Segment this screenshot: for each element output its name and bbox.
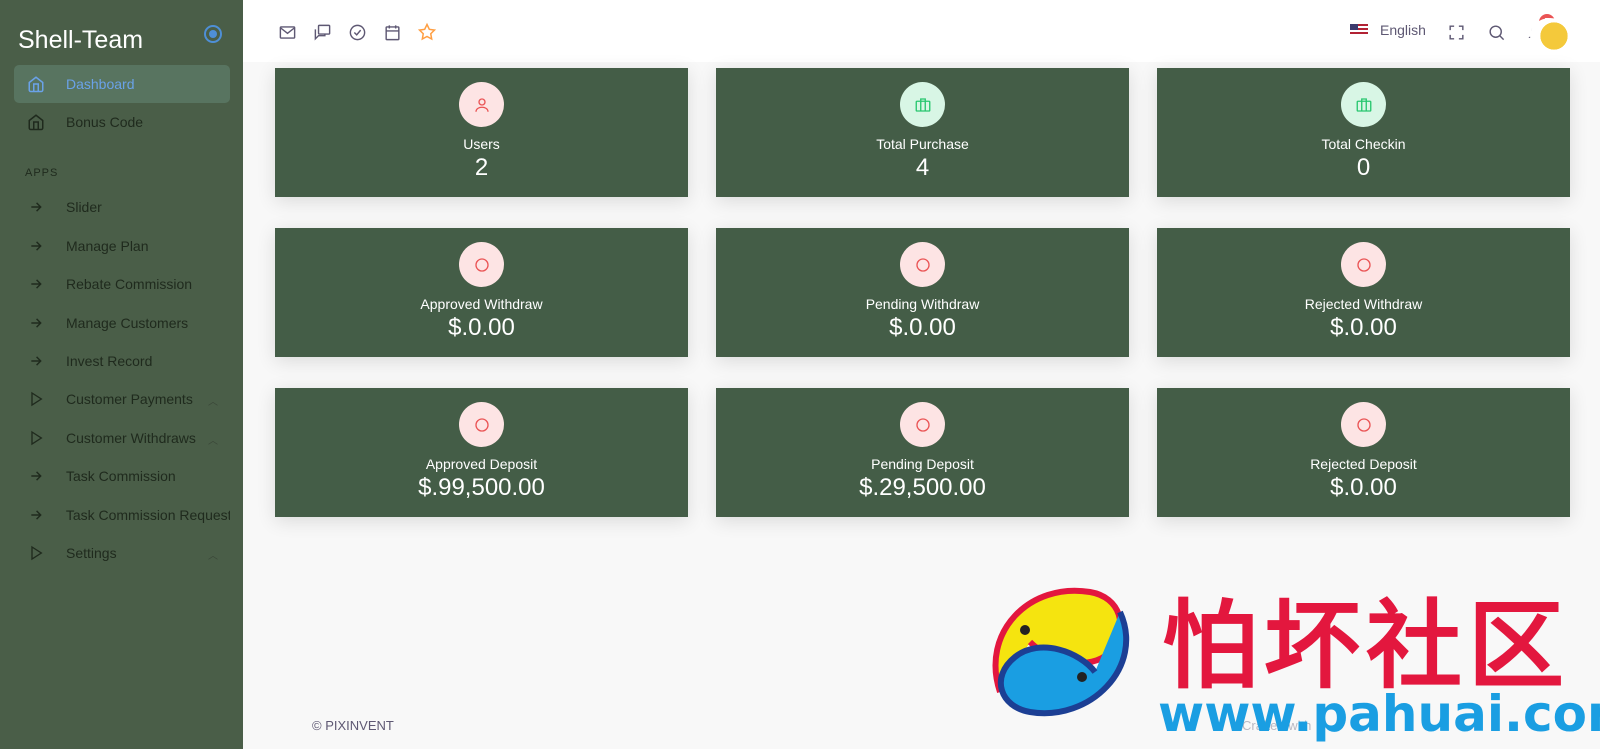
card-title: Users — [463, 136, 500, 152]
stat-card-rejected-deposit: Rejected Deposit $.0.00 — [1157, 388, 1570, 517]
sidebar-item-label: Manage Customers — [66, 315, 189, 331]
language-selector[interactable]: English — [1350, 22, 1426, 38]
stat-card-approved-withdraw: Approved Withdraw $.0.00 — [275, 228, 688, 357]
home-icon — [26, 112, 46, 132]
card-title: Approved Deposit — [425, 456, 538, 472]
stat-card-users: Users 2 — [275, 68, 688, 197]
sidebar-item-manage-customers[interactable]: Manage Customers — [14, 304, 230, 342]
circle-icon — [459, 402, 504, 447]
sidebar-item-label: Customer Withdraws — [66, 430, 196, 446]
card-title: Total Checkin — [1321, 136, 1406, 152]
circle-icon — [459, 242, 504, 287]
sidebar-item-manage-plan[interactable]: Manage Plan — [14, 227, 230, 265]
arrow-right-icon — [26, 197, 46, 217]
sidebar-item-label: Manage Plan — [66, 238, 149, 254]
search-icon[interactable] — [1486, 22, 1506, 42]
sidebar: Shell-Team Dashboard Bonus Code APPS Sli… — [0, 0, 243, 749]
card-title: Approved Withdraw — [420, 296, 543, 312]
sidebar-item-rebate-commission[interactable]: Rebate Commission — [14, 265, 230, 303]
sidebar-item-task-commission-request[interactable]: Task Commission Request — [14, 496, 230, 534]
card-title: Rejected Deposit — [1310, 456, 1417, 472]
circle-icon — [1341, 402, 1386, 447]
circle-icon — [900, 242, 945, 287]
play-icon — [26, 389, 46, 409]
chevron-up-icon[interactable]: ︿ — [208, 432, 218, 447]
sidebar-item-slider[interactable]: Slider — [14, 188, 230, 226]
chat-icon[interactable] — [312, 22, 332, 42]
sidebar-item-label: Settings — [66, 545, 117, 561]
fullscreen-icon[interactable] — [1446, 22, 1466, 42]
arrow-right-icon — [26, 274, 46, 294]
footer-copyright: © PIXINVENT — [312, 718, 394, 733]
sidebar-item-label: Task Commission Request — [65, 507, 230, 523]
user-icon — [459, 82, 504, 127]
stat-card-pending-withdraw: Pending Withdraw $.0.00 — [716, 228, 1129, 357]
card-value: $.0.00 — [1330, 314, 1397, 341]
sidebar-item-label: Bonus Code — [66, 114, 144, 130]
sidebar-item-bonus-code[interactable]: Bonus Code — [14, 103, 230, 141]
sidebar-item-label: Customer Payments — [66, 391, 193, 407]
briefcase-icon — [900, 82, 945, 127]
stat-card-rejected-withdraw: Rejected Withdraw $.0.00 — [1157, 228, 1570, 357]
home-icon — [26, 74, 46, 94]
section-label-apps: APPS — [25, 167, 59, 179]
sidebar-item-customer-payments[interactable]: Customer Payments ︿ — [14, 380, 230, 418]
sidebar-item-label: Dashboard — [66, 76, 135, 92]
stat-card-approved-deposit: Approved Deposit $.99,500.00 — [275, 388, 688, 517]
stat-card-total-checkin: Total Checkin 0 — [1157, 68, 1570, 197]
card-value: 4 — [915, 154, 930, 181]
arrow-right-icon — [26, 236, 46, 256]
card-value: $.0.00 — [1330, 474, 1397, 501]
card-value: $.0.00 — [889, 314, 956, 341]
us-flag-icon — [1350, 24, 1368, 36]
sidebar-item-dashboard[interactable]: Dashboard — [14, 65, 230, 103]
sidebar-item-label: Rebate Commission — [66, 276, 193, 292]
card-title: Total Purchase — [876, 136, 969, 152]
sidebar-item-label: Task Commission — [66, 468, 176, 484]
sidebar-item-invest-record[interactable]: Invest Record — [14, 342, 230, 380]
top-navbar: English 5 — [243, 0, 1600, 62]
circle-icon — [1341, 242, 1386, 287]
chevron-up-icon[interactable]: ︿ — [208, 393, 218, 408]
card-value: 0 — [1356, 154, 1371, 181]
language-label: English — [1380, 22, 1426, 38]
stat-card-pending-deposit: Pending Deposit $.29,500.00 — [716, 388, 1129, 517]
sidebar-toggle-icon[interactable] — [204, 25, 222, 43]
play-icon — [26, 428, 46, 448]
avatar[interactable] — [1530, 18, 1570, 54]
play-icon — [26, 543, 46, 563]
card-title: Pending Withdraw — [865, 296, 980, 312]
sidebar-item-label: Invest Record — [66, 353, 153, 369]
mail-icon[interactable] — [277, 22, 297, 42]
calendar-icon[interactable] — [382, 22, 402, 42]
briefcase-icon — [1341, 82, 1386, 127]
card-title: Pending Deposit — [871, 456, 974, 472]
chevron-up-icon[interactable]: ︿ — [208, 547, 218, 562]
card-title: Rejected Withdraw — [1304, 296, 1423, 312]
brand-title[interactable]: Shell-Team — [18, 26, 143, 55]
watermark-fish-logo — [970, 572, 1150, 737]
circle-icon — [900, 402, 945, 447]
stat-card-total-purchase: Total Purchase 4 — [716, 68, 1129, 197]
sidebar-item-customer-withdraws[interactable]: Customer Withdraws ︿ — [14, 419, 230, 457]
card-value: $.0.00 — [448, 314, 515, 341]
arrow-right-icon — [26, 466, 46, 486]
sidebar-item-settings[interactable]: Settings ︿ — [14, 534, 230, 572]
sidebar-item-label: Slider — [66, 199, 102, 215]
sidebar-item-task-commission[interactable]: Task Commission — [14, 457, 230, 495]
watermark-url: www.pahuai.com — [1158, 685, 1600, 743]
check-circle-icon[interactable] — [347, 22, 367, 42]
card-value: $.99,500.00 — [418, 474, 545, 501]
arrow-right-icon — [26, 313, 46, 333]
arrow-right-icon — [26, 351, 46, 371]
card-value: $.29,500.00 — [859, 474, 986, 501]
arrow-right-icon — [26, 505, 46, 525]
card-value: 2 — [474, 154, 489, 181]
star-icon[interactable] — [417, 22, 437, 42]
